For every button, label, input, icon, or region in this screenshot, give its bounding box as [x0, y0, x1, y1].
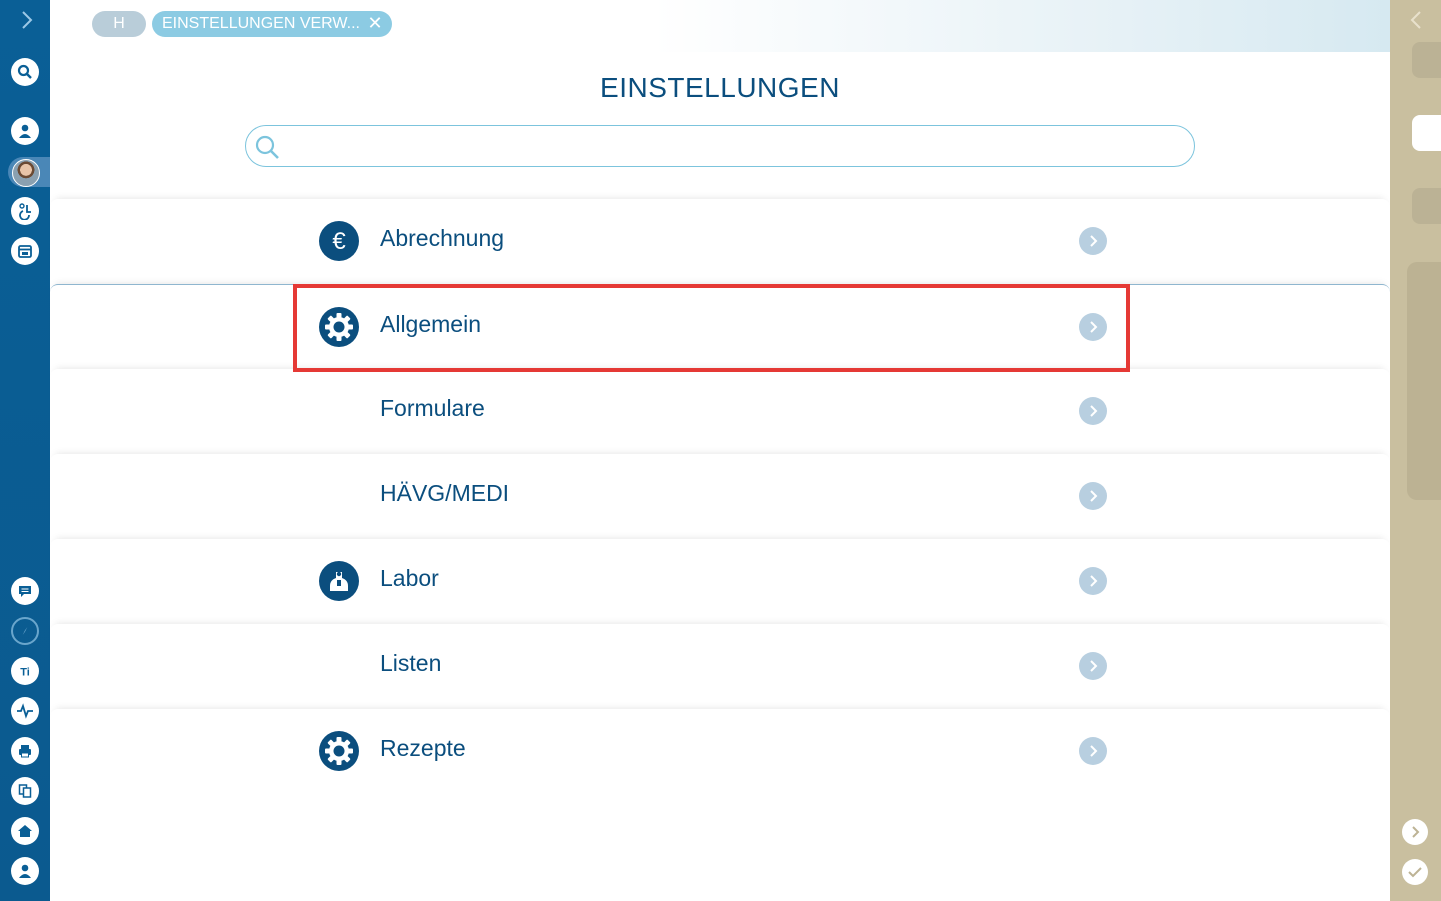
settings-panel: EINSTELLUNGEN € Abrechnung Allgemein For… — [50, 52, 1390, 901]
list-item-abrechnung[interactable]: € Abrechnung — [50, 199, 1390, 284]
euro-icon: € — [319, 221, 359, 261]
left-sidebar: Ti — [0, 0, 50, 901]
wheelchair-button[interactable] — [11, 197, 39, 225]
list-item-label: Rezepte — [380, 735, 466, 761]
search-button[interactable] — [11, 58, 39, 86]
right-panel-slot[interactable] — [1412, 42, 1441, 78]
list-item-listen[interactable]: Listen — [50, 624, 1390, 709]
next-button[interactable] — [1402, 819, 1428, 845]
list-item-label: Abrechnung — [380, 225, 505, 251]
confirm-button[interactable] — [1402, 859, 1428, 885]
compass-icon — [22, 627, 28, 635]
right-panel-section — [1407, 262, 1441, 500]
list-item-haevg-medi[interactable]: HÄVG/MEDI — [50, 454, 1390, 539]
patient-button[interactable] — [11, 117, 39, 145]
list-item-formulare[interactable]: Formulare — [50, 369, 1390, 454]
right-panel-slot[interactable] — [1412, 188, 1441, 224]
tab-bar: H EINSTELLUNGEN VERW... ✕ — [50, 0, 1390, 52]
gear-icon — [319, 307, 359, 347]
chat-icon — [19, 586, 31, 597]
patient-icon — [19, 124, 31, 138]
chevron-right-icon[interactable] — [1079, 737, 1107, 765]
list-item-label: Listen — [380, 650, 442, 676]
tab-active-label: EINSTELLUNGEN VERW... — [162, 15, 360, 32]
printer-icon — [19, 745, 31, 758]
list-item-label: Formulare — [380, 395, 485, 421]
calendar-button[interactable] — [11, 237, 39, 265]
ti-button[interactable]: Ti — [11, 657, 39, 685]
search-field[interactable] — [245, 125, 1195, 167]
list-item-rezepte[interactable]: Rezepte — [50, 709, 1390, 794]
tab-close-icon[interactable]: ✕ — [366, 14, 384, 32]
chat-button[interactable] — [11, 577, 39, 605]
pulse-icon — [17, 703, 33, 719]
pulse-button[interactable] — [11, 697, 39, 725]
user-button[interactable] — [11, 857, 39, 885]
svg-text:€: € — [332, 228, 346, 255]
expand-chevron-icon[interactable] — [14, 8, 38, 32]
list-item-label: Labor — [380, 565, 439, 591]
documents-icon — [18, 784, 32, 798]
calendar-icon — [18, 245, 32, 258]
compass-button[interactable] — [11, 617, 39, 645]
gear-icon — [319, 731, 359, 771]
list-item-label: HÄVG/MEDI — [380, 480, 510, 506]
tab-home-label: H — [113, 15, 125, 32]
printer-button[interactable] — [11, 737, 39, 765]
chevron-right-icon[interactable] — [1079, 397, 1107, 425]
chevron-right-icon[interactable] — [1079, 567, 1107, 595]
documents-button[interactable] — [11, 777, 39, 805]
home-button[interactable] — [11, 817, 39, 845]
lab-flask-icon — [319, 561, 359, 601]
page-title: EINSTELLUNGEN — [600, 72, 840, 103]
right-panel — [1390, 0, 1441, 901]
chevron-right-icon[interactable] — [1079, 652, 1107, 680]
user-icon — [19, 864, 31, 878]
svg-text:Ti: Ti — [20, 667, 30, 679]
search-icon — [255, 135, 279, 159]
list-item-label: Allgemein — [380, 311, 481, 337]
search-icon — [17, 64, 32, 79]
tab-einstellungen[interactable]: EINSTELLUNGEN VERW... ✕ — [152, 11, 392, 37]
search-input[interactable] — [290, 132, 1174, 162]
chevron-right-icon[interactable] — [1079, 227, 1107, 255]
chevron-right-icon[interactable] — [1079, 313, 1107, 341]
list-item-allgemein[interactable]: Allgemein — [50, 284, 1390, 369]
user-avatar-tab[interactable] — [8, 157, 50, 187]
list-item-labor[interactable]: Labor — [50, 539, 1390, 624]
user-avatar — [12, 159, 40, 187]
ti-icon: Ti — [20, 667, 30, 679]
home-icon — [18, 825, 32, 837]
chevron-right-icon[interactable] — [1079, 482, 1107, 510]
right-panel-slot-active[interactable] — [1412, 115, 1441, 151]
checkmark-icon — [1408, 867, 1422, 878]
tab-home[interactable]: H — [92, 11, 146, 37]
chevron-right-icon — [1412, 826, 1420, 838]
collapse-chevron-icon[interactable] — [1406, 8, 1426, 32]
wheelchair-icon — [19, 203, 31, 220]
